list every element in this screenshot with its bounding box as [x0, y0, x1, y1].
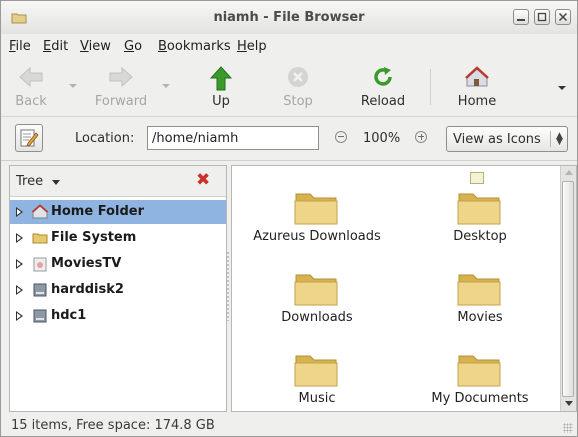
toolbar-separator	[430, 69, 431, 105]
folder-icon	[457, 355, 501, 387]
maximize-icon	[537, 12, 547, 22]
edit-location-button[interactable]	[15, 124, 43, 152]
up-arrow-icon	[210, 66, 232, 91]
status-bar: 15 items, Free space: 174.8 GB	[1, 414, 577, 436]
minimize-button[interactable]	[513, 9, 529, 25]
expander-icon[interactable]	[16, 259, 23, 269]
updown-arrows-icon: ▲ ▼	[556, 131, 563, 147]
folder-item[interactable]: Azureus Downloads	[232, 188, 402, 258]
title-bar[interactable]: niamh - File Browser	[1, 1, 577, 35]
side-pane-header: Tree ✖	[10, 166, 226, 197]
location-bar: Location: 100% View as Icons ▲▼	[1, 117, 577, 161]
forward-arrow-icon	[109, 66, 133, 88]
expander-icon[interactable]	[16, 233, 23, 243]
menu-view[interactable]: View	[80, 39, 111, 54]
folder-icon	[294, 355, 338, 387]
zoom-in-icon[interactable]	[415, 131, 427, 143]
zoom-out-icon[interactable]	[335, 131, 347, 143]
disk-icon	[33, 257, 47, 272]
resize-grip-icon[interactable]	[563, 423, 573, 433]
folder-item[interactable]: My Documents	[395, 350, 565, 420]
home-folder-icon	[32, 204, 48, 219]
folder-icon	[294, 193, 338, 225]
toolbar-overflow-dropdown[interactable]	[558, 86, 566, 90]
harddisk-icon	[33, 283, 47, 297]
tree-item-home-folder[interactable]: Home Folder	[10, 200, 226, 224]
window-title: niamh - File Browser	[213, 10, 365, 25]
close-side-pane-icon[interactable]: ✖	[196, 172, 210, 189]
file-icon-view: Azureus Downloads Desktop Downloads Movi…	[231, 165, 577, 412]
home-icon	[465, 66, 489, 87]
reload-icon	[374, 67, 392, 86]
side-pane-mode-dropdown-icon[interactable]	[52, 180, 60, 185]
folder-icon	[457, 274, 501, 306]
status-text: 15 items, Free space: 174.8 GB	[11, 418, 215, 433]
tree-item-moviestv[interactable]: MoviesTV	[10, 252, 226, 276]
edit-location-icon	[20, 129, 39, 147]
scroll-down-icon[interactable]	[565, 401, 573, 406]
location-input[interactable]	[147, 126, 319, 150]
folder-item[interactable]: Downloads	[232, 269, 402, 339]
forward-button[interactable]: Forward	[85, 58, 157, 116]
reload-button[interactable]: Reload	[355, 58, 411, 116]
back-arrow-icon	[19, 66, 43, 88]
maximize-button[interactable]	[534, 9, 550, 25]
close-icon	[558, 12, 568, 22]
emblem-icon	[470, 172, 484, 184]
tree-item-harddisk2[interactable]: harddisk2	[10, 278, 226, 302]
menu-help[interactable]: Help	[237, 39, 267, 54]
back-button[interactable]: Back	[9, 58, 53, 116]
view-mode-value: View as Icons	[453, 132, 541, 147]
back-history-dropdown[interactable]	[69, 84, 77, 88]
close-button[interactable]	[555, 9, 571, 25]
file-browser-window: niamh - File Browser File Edit View Go B…	[0, 0, 578, 437]
toolbar: Back Forward Up Stop Reload Home	[1, 58, 577, 117]
folder-icon	[294, 274, 338, 306]
menu-edit[interactable]: Edit	[43, 39, 68, 54]
view-mode-select[interactable]: View as Icons ▲ ▼	[446, 126, 568, 152]
location-label: Location:	[75, 131, 135, 146]
folder-icon	[457, 193, 501, 225]
stop-icon	[288, 67, 308, 87]
side-pane-mode[interactable]: Tree	[16, 174, 43, 189]
scroll-up-icon[interactable]	[565, 170, 573, 175]
vertical-scrollbar[interactable]	[560, 166, 576, 411]
pane-resize-grip[interactable]	[226, 251, 230, 321]
menu-bar: File Edit View Go Bookmarks Help	[1, 34, 577, 58]
home-button[interactable]: Home	[451, 58, 503, 116]
folder-item[interactable]: Movies	[395, 269, 565, 339]
stop-button[interactable]: Stop	[273, 58, 323, 116]
menu-bookmarks[interactable]: Bookmarks	[158, 39, 231, 54]
side-pane: Tree ✖ Home Folder File System MoviesTV …	[9, 165, 227, 412]
expander-icon[interactable]	[16, 285, 23, 295]
expander-icon[interactable]	[16, 207, 23, 217]
forward-history-dropdown[interactable]	[162, 84, 170, 88]
scrollbar-thumb[interactable]	[562, 181, 574, 397]
up-button[interactable]: Up	[199, 58, 243, 116]
menu-file[interactable]: File	[9, 39, 31, 54]
folder-item[interactable]: Music	[232, 350, 402, 420]
minimize-icon	[517, 19, 525, 21]
tree-item-hdc1[interactable]: hdc1	[10, 304, 226, 328]
filesystem-folder-icon	[32, 233, 48, 244]
tree-item-file-system[interactable]: File System	[10, 226, 226, 250]
view-mode-divider	[550, 131, 551, 147]
folder-item[interactable]: Desktop	[395, 188, 565, 258]
zoom-level[interactable]: 100%	[363, 131, 400, 146]
harddisk-icon	[33, 309, 47, 323]
expander-icon[interactable]	[16, 311, 23, 321]
menu-go[interactable]: Go	[124, 39, 142, 54]
